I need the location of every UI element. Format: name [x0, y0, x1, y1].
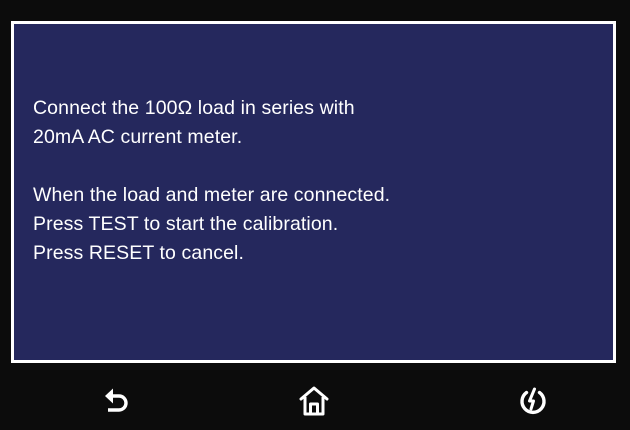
bottom-navigation-bar — [0, 373, 630, 430]
instrument-screen: Connect the 100Ω load in series with 20m… — [0, 0, 630, 430]
calibration-instructions: Connect the 100Ω load in series with 20m… — [33, 94, 593, 268]
home-icon — [299, 386, 329, 416]
back-button[interactable] — [92, 377, 140, 425]
instruction-line-1: Connect the 100Ω load in series with — [33, 97, 355, 119]
instruction-line-5: Press RESET to cancel. — [33, 242, 245, 264]
instruction-line-4: Press TEST to start the calibration. — [33, 213, 339, 235]
back-arrow-icon — [105, 388, 128, 412]
instruction-line-2: 20mA AC current meter. — [33, 126, 243, 148]
power-button[interactable] — [509, 377, 557, 425]
power-icon — [520, 387, 546, 415]
home-button[interactable] — [290, 377, 338, 425]
instruction-line-3: When the load and meter are connected. — [33, 184, 391, 206]
instruction-spacer — [33, 152, 593, 181]
